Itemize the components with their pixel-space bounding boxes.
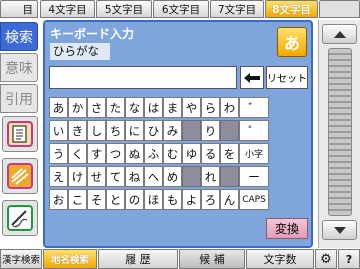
key[interactable]: か [68, 97, 87, 118]
key[interactable]: ん [220, 189, 239, 210]
tab-5th-char[interactable]: 5文字目 [96, 0, 152, 18]
sidebar-item-meaning[interactable]: 意味 [0, 53, 38, 82]
reset-button[interactable]: リセット [266, 66, 308, 89]
keyboard-title: キーボード入力 [50, 27, 135, 41]
chevron-down-icon [333, 226, 346, 234]
backspace-button[interactable] [240, 66, 264, 89]
key[interactable]: り [201, 120, 220, 141]
tab-6th-char[interactable]: 6文字目 [153, 0, 209, 18]
key-blank [182, 166, 201, 187]
key[interactable]: つ [106, 143, 125, 164]
key[interactable]: せ [87, 166, 106, 187]
key[interactable]: ち [106, 120, 125, 141]
notebook-icon [7, 121, 33, 147]
key[interactable]: ゛ [239, 97, 269, 118]
history-button[interactable]: 履 歴 [98, 249, 178, 269]
key[interactable]: む [163, 143, 182, 164]
key-blank [220, 166, 239, 187]
chevron-up-icon [333, 30, 346, 38]
key[interactable]: そ [87, 189, 106, 210]
tab-partial[interactable]: 目 [0, 0, 38, 18]
input-mode-label: ひらがな [50, 43, 110, 60]
notebook-button[interactable] [2, 116, 38, 152]
key[interactable]: ふ [144, 143, 163, 164]
key[interactable]: す [87, 143, 106, 164]
key[interactable]: 小字 [239, 143, 269, 164]
key[interactable]: へ [144, 166, 163, 187]
key[interactable]: や [182, 97, 201, 118]
key[interactable]: よ [182, 189, 201, 210]
key[interactable]: た [106, 97, 125, 118]
sidebar-item-citation[interactable]: 引用 [0, 84, 38, 113]
tab-4th-char[interactable]: 4文字目 [40, 0, 95, 18]
gear-icon: ⚙ [320, 251, 332, 267]
key-blank [220, 120, 239, 141]
key[interactable]: い [49, 120, 68, 141]
highlighter-icon [7, 163, 33, 189]
handwriting-button[interactable] [2, 200, 38, 236]
tab-7th-char[interactable]: 7文字目 [210, 0, 264, 18]
key[interactable]: し [87, 120, 106, 141]
key[interactable]: ゆ [182, 143, 201, 164]
tab-scroll-right[interactable] [319, 0, 360, 18]
key[interactable]: こ [68, 189, 87, 210]
place-name-search-button[interactable]: 地名検索 [43, 249, 97, 269]
convert-button[interactable]: 変換 [266, 218, 308, 239]
key[interactable]: ろ [201, 189, 220, 210]
tab-8th-char[interactable]: 8文字目 [265, 0, 318, 18]
key[interactable]: を [220, 143, 239, 164]
key[interactable]: れ [201, 166, 220, 187]
char-count-button[interactable]: 文字数 [246, 249, 314, 269]
key[interactable]: ほ [144, 189, 163, 210]
scroll-up-button[interactable] [322, 24, 357, 44]
key[interactable]: ら [201, 97, 220, 118]
key[interactable]: え [49, 166, 68, 187]
highlighter-button[interactable] [2, 158, 38, 194]
key-blank [182, 120, 201, 141]
key[interactable]: き [68, 120, 87, 141]
key[interactable]: て [106, 166, 125, 187]
settings-button[interactable]: ⚙ [315, 249, 337, 269]
key[interactable]: も [163, 189, 182, 210]
key[interactable]: わ [220, 97, 239, 118]
key[interactable]: ま [163, 97, 182, 118]
key[interactable]: み [163, 120, 182, 141]
key[interactable]: あ [49, 97, 68, 118]
key[interactable]: ぬ [125, 143, 144, 164]
key[interactable]: ー [239, 166, 269, 187]
key[interactable]: る [201, 143, 220, 164]
key[interactable]: と [106, 189, 125, 210]
key[interactable]: の [125, 189, 144, 210]
candidates-button[interactable]: 候 補 [179, 249, 245, 269]
scroll-thumb[interactable] [328, 48, 352, 216]
hiragana-mode-button[interactable]: あ [277, 27, 307, 57]
key[interactable]: ゜ [239, 120, 269, 141]
key[interactable]: け [68, 166, 87, 187]
left-arrow-icon [244, 68, 260, 87]
sidebar-item-search[interactable]: 検索 [0, 22, 38, 51]
key[interactable]: は [144, 97, 163, 118]
key[interactable]: ひ [144, 120, 163, 141]
key[interactable]: さ [87, 97, 106, 118]
key[interactable]: め [163, 166, 182, 187]
key[interactable]: ね [125, 166, 144, 187]
help-button[interactable]: ? [338, 249, 360, 269]
kanji-search-button[interactable]: 漢字検索 [0, 249, 42, 269]
key[interactable]: く [68, 143, 87, 164]
key[interactable]: う [49, 143, 68, 164]
pen-icon [7, 205, 33, 231]
text-input-field[interactable] [49, 66, 237, 89]
key[interactable]: に [125, 120, 144, 141]
scroll-down-button[interactable] [322, 220, 357, 240]
key[interactable]: な [125, 97, 144, 118]
key[interactable]: お [49, 189, 68, 210]
key[interactable]: CAPS [239, 189, 269, 210]
